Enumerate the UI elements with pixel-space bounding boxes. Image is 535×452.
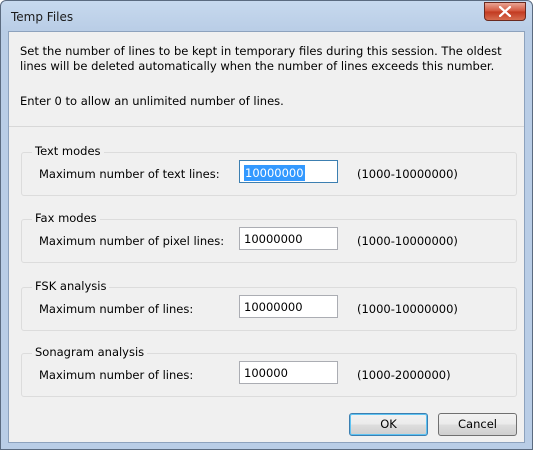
pixel-lines-value: 10000000	[244, 232, 303, 246]
group-title-sonagram-analysis: Sonagram analysis	[32, 345, 148, 359]
close-button[interactable]	[484, 2, 526, 21]
group-text-modes: Text modes Maximum number of text lines:…	[21, 144, 517, 196]
dialog-window: Temp Files Set the number of lines to be…	[0, 0, 533, 450]
sonagram-lines-input[interactable]: 100000	[239, 361, 338, 384]
pixel-lines-input[interactable]: 10000000	[239, 227, 338, 250]
cancel-button[interactable]: Cancel	[438, 413, 517, 436]
pixel-lines-range: (1000-10000000)	[357, 234, 458, 248]
group-title-text-modes: Text modes	[32, 144, 104, 158]
fsk-lines-range: (1000-10000000)	[357, 302, 458, 316]
divider	[9, 126, 524, 127]
pixel-lines-label: Maximum number of pixel lines:	[39, 234, 225, 248]
window-title: Temp Files	[11, 10, 74, 24]
text-lines-value: 10000000	[244, 165, 305, 181]
group-sonagram-analysis: Sonagram analysis Maximum number of line…	[21, 345, 517, 397]
fsk-lines-label: Maximum number of lines:	[39, 302, 194, 316]
group-title-fax-modes: Fax modes	[32, 211, 100, 225]
fsk-lines-value: 10000000	[244, 300, 303, 314]
group-fax-modes: Fax modes Maximum number of pixel lines:…	[21, 211, 517, 263]
ok-button[interactable]: OK	[349, 413, 428, 436]
group-title-fsk-analysis: FSK analysis	[32, 279, 110, 293]
sonagram-lines-range: (1000-2000000)	[357, 368, 451, 382]
text-lines-range: (1000-10000000)	[357, 167, 458, 181]
fsk-lines-input[interactable]: 10000000	[239, 295, 338, 318]
sonagram-lines-value: 100000	[244, 366, 288, 380]
text-lines-input[interactable]: 10000000	[239, 160, 338, 183]
intro-text: Set the number of lines to be kept in te…	[20, 44, 520, 74]
group-fsk-analysis: FSK analysis Maximum number of lines: 10…	[21, 279, 517, 331]
sonagram-lines-label: Maximum number of lines:	[39, 368, 194, 382]
dialog-body: Set the number of lines to be kept in te…	[8, 31, 525, 443]
intro-line-2: lines will be deleted automatically when…	[20, 59, 495, 73]
close-icon	[499, 6, 511, 17]
text-lines-label: Maximum number of text lines:	[39, 167, 220, 181]
intro-line-1: Set the number of lines to be kept in te…	[20, 44, 502, 58]
title-bar[interactable]: Temp Files	[1, 1, 532, 31]
intro-line-3: Enter 0 to allow an unlimited number of …	[20, 94, 284, 108]
